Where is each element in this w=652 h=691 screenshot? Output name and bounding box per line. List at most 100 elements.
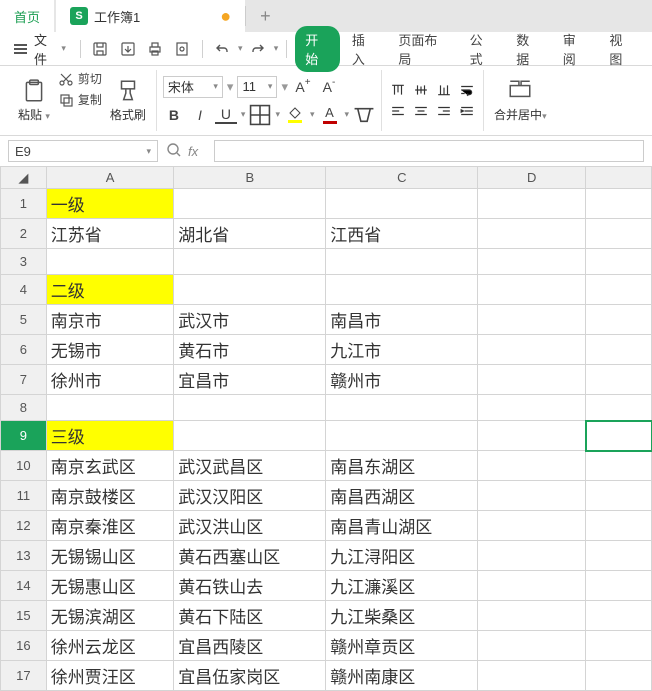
formula-input[interactable] (214, 140, 644, 162)
row-header-15[interactable]: 15 (1, 601, 47, 631)
cell[interactable]: 无锡市 (46, 335, 174, 365)
decrease-font-button[interactable]: A- (318, 76, 340, 98)
cell[interactable] (586, 631, 652, 661)
ribbon-tab-0[interactable]: 开始 (295, 26, 340, 72)
row-header-6[interactable]: 6 (1, 335, 47, 365)
cell[interactable]: 南京玄武区 (46, 451, 174, 481)
copy-button[interactable]: 复制 (58, 91, 102, 108)
clear-format-button[interactable] (353, 104, 375, 126)
align-bottom-button[interactable] (434, 81, 454, 99)
cell[interactable] (586, 541, 652, 571)
ribbon-tab-5[interactable]: 审阅 (553, 26, 598, 72)
cell[interactable] (478, 335, 586, 365)
cell[interactable]: 黄石下陆区 (174, 601, 326, 631)
cell[interactable] (326, 249, 478, 275)
cell[interactable]: 赣州章贡区 (326, 631, 478, 661)
cell[interactable] (586, 335, 652, 365)
cell[interactable] (478, 661, 586, 691)
cell[interactable] (478, 189, 586, 219)
tab-workbook[interactable]: S 工作簿1 ● (56, 0, 245, 32)
cell[interactable]: 徐州市 (46, 365, 174, 395)
name-box[interactable]: E9 ▾ (8, 140, 158, 162)
cell[interactable] (174, 395, 326, 421)
ribbon-tab-3[interactable]: 公式 (460, 26, 505, 72)
insert-function-icon[interactable] (166, 142, 182, 161)
row-header-7[interactable]: 7 (1, 365, 47, 395)
cell[interactable] (326, 189, 478, 219)
cell[interactable]: 南昌西湖区 (326, 481, 478, 511)
row-header-3[interactable]: 3 (1, 249, 47, 275)
cell[interactable]: 三级 (46, 421, 174, 451)
cell[interactable]: 宜昌市 (174, 365, 326, 395)
cell[interactable] (174, 275, 326, 305)
borders-button[interactable] (249, 104, 271, 126)
cell[interactable] (586, 661, 652, 691)
cell[interactable] (586, 219, 652, 249)
row-header-4[interactable]: 4 (1, 275, 47, 305)
ribbon-tab-4[interactable]: 数据 (506, 26, 551, 72)
cell[interactable] (586, 365, 652, 395)
align-right-button[interactable] (434, 102, 454, 120)
indent-button[interactable] (457, 102, 477, 120)
cell[interactable] (586, 189, 652, 219)
row-header-8[interactable]: 8 (1, 395, 47, 421)
cell[interactable]: 无锡滨湖区 (46, 601, 174, 631)
cell[interactable] (586, 249, 652, 275)
cell[interactable] (586, 571, 652, 601)
cell[interactable] (586, 275, 652, 305)
merge-center-button[interactable]: 合并居中▾ (490, 78, 551, 123)
cell[interactable] (586, 601, 652, 631)
cell[interactable]: 武汉市 (174, 305, 326, 335)
column-header-A[interactable]: A (46, 167, 174, 189)
undo-button[interactable] (211, 37, 234, 61)
cell[interactable]: 无锡锡山区 (46, 541, 174, 571)
cell[interactable] (478, 451, 586, 481)
export-button[interactable] (116, 37, 139, 61)
cell[interactable]: 宜昌伍家岗区 (174, 661, 326, 691)
font-color-button[interactable]: A (319, 104, 341, 126)
align-middle-button[interactable] (411, 81, 431, 99)
cell[interactable]: 江西省 (326, 219, 478, 249)
save-button[interactable] (89, 37, 112, 61)
wrap-text-button[interactable] (457, 81, 477, 99)
grid[interactable]: ◢ABCD 1一级2江苏省湖北省江西省34二级5南京市武汉市南昌市6无锡市黄石市… (0, 166, 652, 691)
redo-dropdown[interactable]: ▾ (274, 43, 279, 54)
cell[interactable] (586, 511, 652, 541)
row-header-16[interactable]: 16 (1, 631, 47, 661)
format-painter-button[interactable]: 格式刷 (106, 70, 150, 131)
cell[interactable]: 二级 (46, 275, 174, 305)
cell[interactable]: 黄石市 (174, 335, 326, 365)
cell[interactable]: 九江市 (326, 335, 478, 365)
cell[interactable]: 江苏省 (46, 219, 174, 249)
cell[interactable] (326, 421, 478, 451)
row-header-12[interactable]: 12 (1, 511, 47, 541)
cell[interactable]: 一级 (46, 189, 174, 219)
cell[interactable] (174, 249, 326, 275)
cell[interactable] (478, 571, 586, 601)
cell[interactable] (478, 395, 586, 421)
cell[interactable] (586, 395, 652, 421)
cell[interactable]: 宜昌西陵区 (174, 631, 326, 661)
cell[interactable] (586, 305, 652, 335)
cell[interactable]: 九江濂溪区 (326, 571, 478, 601)
row-header-11[interactable]: 11 (1, 481, 47, 511)
print-button[interactable] (143, 37, 166, 61)
cell[interactable]: 武汉武昌区 (174, 451, 326, 481)
cell[interactable] (478, 305, 586, 335)
cell[interactable] (586, 421, 652, 451)
column-header-extra[interactable] (586, 167, 652, 189)
cell[interactable] (326, 395, 478, 421)
row-header-17[interactable]: 17 (1, 661, 47, 691)
paste-button[interactable]: 粘贴 ▾ (14, 70, 54, 131)
cell[interactable] (478, 219, 586, 249)
cell[interactable] (46, 395, 174, 421)
file-menu[interactable]: 文件 ▾ (8, 27, 72, 71)
cell[interactable] (586, 481, 652, 511)
cell[interactable] (326, 275, 478, 305)
align-center-button[interactable] (411, 102, 431, 120)
fx-label[interactable]: fx (188, 144, 198, 159)
bold-button[interactable]: B (163, 104, 185, 126)
cell[interactable] (478, 511, 586, 541)
cell[interactable]: 九江柴桑区 (326, 601, 478, 631)
cell[interactable]: 南京秦淮区 (46, 511, 174, 541)
